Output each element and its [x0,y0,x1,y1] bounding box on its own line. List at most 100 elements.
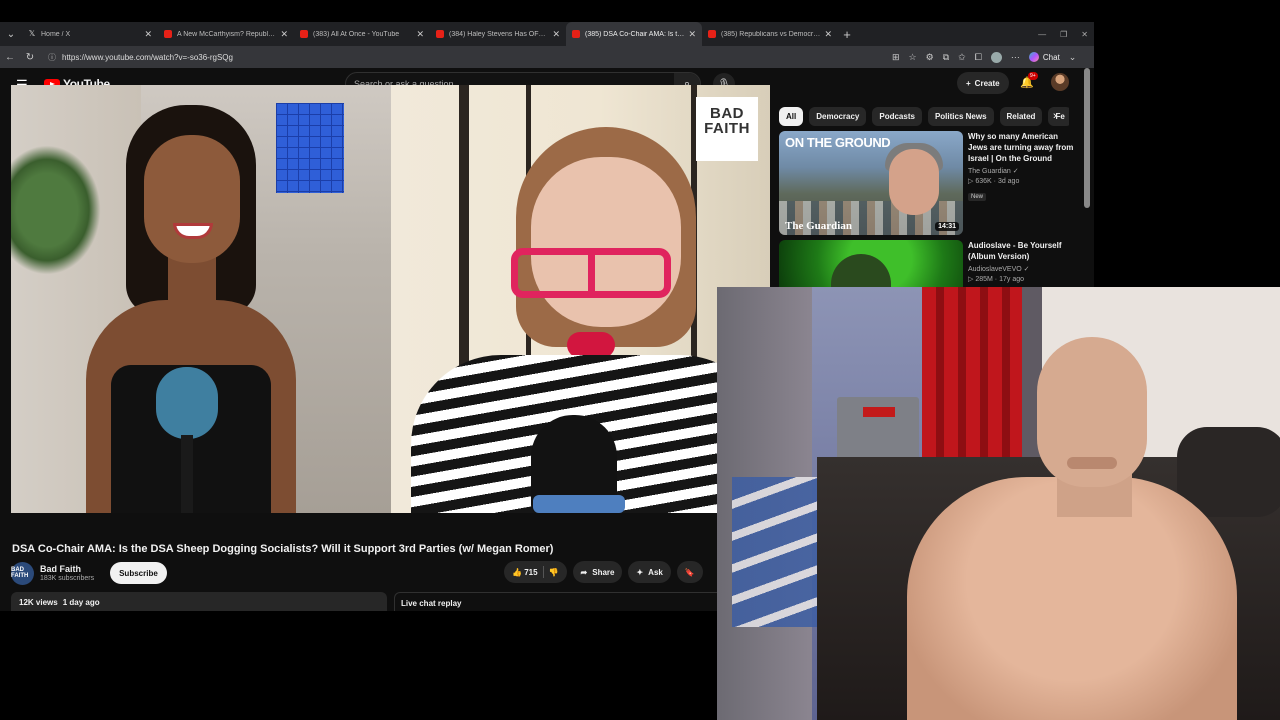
age: 3d ago [997,178,1020,185]
chip-politics-news[interactable]: Politics News [927,106,994,126]
recommendation-item[interactable]: Audioslave - Be Yourself (Album Version)… [779,240,1079,287]
duration-badge: 14:31 [935,222,959,231]
bookmark-icon: 🔖 [684,567,695,577]
host-face [144,135,240,263]
favorites-icon[interactable]: ✩ [958,52,966,63]
profile-avatar[interactable] [990,51,1002,63]
upload-age: 1 day ago [62,598,100,607]
tab-dsa-co-chair[interactable]: (385) DSA Co-Chair AMA: Is the D ✕ [566,22,702,46]
extensions-icon[interactable]: ⚙ [926,52,934,63]
address-bar[interactable]: ⓘ https://www.youtube.com/watch?v=-so36-… [44,49,884,65]
channel-name[interactable]: Bad Faith [40,564,94,574]
view-count: 636K [975,178,992,185]
tab-all-at-once[interactable]: (383) All At Once - YouTube ✕ [294,22,430,46]
like-dislike-group: 👍 715 👎 [504,561,567,583]
close-icon[interactable]: ✕ [824,29,832,40]
recommendation-thumbnail[interactable]: ON THE GROUND The Guardian 14:31 [779,131,963,235]
tab-search-chevron-icon[interactable]: ⌄ [0,22,22,46]
thumbs-up-icon: 👍 [512,567,522,577]
live-chat-header[interactable]: Live chat replay [394,592,724,611]
plus-icon: + [966,78,971,88]
back-arrow-icon[interactable]: ← [4,52,16,63]
chat-label: Chat [1042,52,1060,62]
view-count: 12K views [19,598,58,607]
recommendation-title[interactable]: Why so many American Jews are turning aw… [968,131,1078,164]
ask-label: Ask [648,567,663,577]
favorite-star-icon[interactable]: ☆ [909,52,917,63]
copilot-icon [1028,52,1039,62]
chip-related[interactable]: Related [999,106,1043,126]
thumb-overlay-title: ON THE GROUND [785,135,891,150]
restore-icon[interactable]: ❐ [1060,30,1067,39]
share-button[interactable]: ➦ Share [572,561,623,583]
channel-avatar[interactable]: BAD FAITH [11,561,34,585]
sparkle-icon: ✦ [636,567,644,577]
host-neck [168,255,216,315]
tab-republicans-vs-democrats[interactable]: (385) Republicans vs Democrats ✕ [702,22,838,46]
chip-podcasts[interactable]: Podcasts [872,106,922,126]
subscriber-count: 183K subscribers [40,575,95,582]
video-actions: 👍 715 👎 ➦ Share ✦ Ask 🔖 [504,561,703,583]
tab-mccarthyism[interactable]: A New McCarthyism? Republicans ✕ [158,22,294,46]
chip-more[interactable]: Fe [1048,106,1069,126]
tab-home-x[interactable]: 𝕏 Home / X ✕ [22,22,158,46]
url-text: https://www.youtube.com/watch?v=-so36-rg… [62,52,233,62]
window-controls: — ❐ ✕ [1038,22,1088,46]
verified-check-icon: ✓ [1023,266,1030,273]
page-scrollbar[interactable] [1084,68,1090,208]
copilot-chat-button[interactable]: Chat [1028,52,1060,62]
guest-glasses [511,248,671,298]
create-label: Create [974,78,1000,88]
chevron-right-icon[interactable]: › [1053,110,1057,122]
app-install-icon[interactable]: ⊞ [892,52,900,63]
minimize-icon[interactable]: — [1038,30,1046,39]
reload-icon[interactable]: ↻ [24,52,36,63]
webcam-overlay [717,287,1280,720]
video-panel-guest: BAD FAITH [391,85,770,513]
notifications-bell-icon[interactable]: 🔔 9+ [1020,72,1038,89]
like-count: 715 [524,567,538,577]
recommendation-meta: ▷ 636K · 3d ago [968,178,1020,185]
create-button[interactable]: + Create [957,72,1009,94]
chevron-down-icon[interactable]: ⌄ [1069,52,1077,63]
description-box[interactable]: 12K views 1 day ago [11,592,387,611]
filter-chips: All Democracy Podcasts Politics News Rel… [779,106,1069,126]
youtube-icon [708,30,716,38]
age: 17y ago [999,276,1025,283]
close-icon[interactable]: ✕ [552,29,560,40]
collections-icon[interactable]: ⧠ [975,52,982,63]
chip-democracy[interactable]: Democracy [809,106,867,126]
user-avatar[interactable] [1051,73,1069,91]
play-count-icon: ▷ [968,276,974,283]
verified-check-icon: ✓ [1012,168,1019,175]
tab-haley-stevens[interactable]: (384) Haley Stevens Has OFFICIAL ✕ [430,22,566,46]
recommendation-title[interactable]: Audioslave - Be Yourself (Album Version) [968,240,1078,262]
site-info-icon[interactable]: ⓘ [48,52,56,63]
more-menu-icon[interactable]: ⋯ [1011,52,1020,63]
subscribe-button[interactable]: Subscribe [110,562,167,584]
view-count: 285M [975,276,993,283]
recommendation-item[interactable]: ON THE GROUND The Guardian 14:31 Why so … [779,131,1079,235]
ask-button[interactable]: ✦ Ask [628,561,671,583]
close-icon[interactable]: ✕ [416,29,424,40]
new-badge: New [968,193,987,201]
close-icon[interactable]: ✕ [688,29,696,40]
thumb-face [889,149,939,215]
recommendation-channel: The Guardian ✓ [968,167,1078,175]
address-bar-row: ← ↻ ⓘ https://www.youtube.com/watch?v=-s… [0,46,1094,68]
save-button[interactable]: 🔖 [676,561,703,583]
video-player[interactable]: BAD FAITH [11,85,770,513]
like-button[interactable]: 👍 715 [512,568,538,577]
close-icon[interactable]: ✕ [144,29,152,40]
fridge-label [863,407,895,417]
close-icon[interactable]: ✕ [280,29,288,40]
thumbs-down-icon[interactable]: 👎 [549,568,559,577]
youtube-icon [572,30,580,38]
new-tab-button[interactable]: + [838,27,856,42]
recommendation-thumbnail[interactable] [779,240,963,287]
chip-all[interactable]: All [779,106,804,126]
tab-title: (384) Haley Stevens Has OFFICIAL [449,30,548,38]
window-close-icon[interactable]: ✕ [1081,30,1088,39]
play-count-icon: ▷ [968,178,974,185]
split-screen-icon[interactable]: ⧉ [943,52,949,63]
